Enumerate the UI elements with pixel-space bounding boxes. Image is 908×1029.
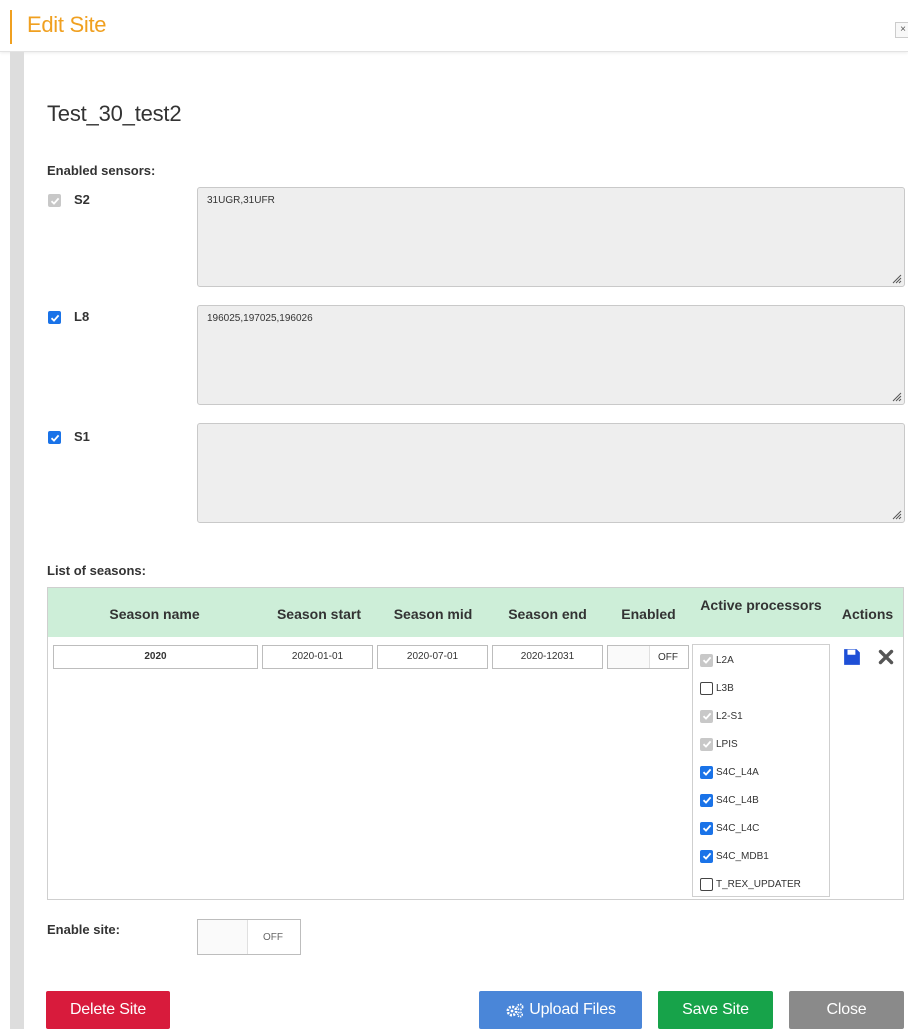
processor-label: L2A: [716, 654, 734, 666]
column-header-season-end: Season end: [508, 606, 587, 622]
processor-label: S4C_L4B: [716, 794, 759, 806]
resize-grip-icon[interactable]: [890, 390, 902, 402]
close-icon[interactable]: [878, 649, 894, 665]
upload-files-label: Upload Files: [529, 1001, 616, 1018]
processor-label: S4C_MDB1: [716, 850, 769, 862]
site-name-heading: Test_30_test2: [47, 101, 182, 126]
processor-s4c-mdb1-checkbox[interactable]: [700, 849, 713, 863]
close-button[interactable]: Close: [789, 991, 904, 1029]
processor-item-s4c-mdb1[interactable]: S4C_MDB1: [700, 846, 769, 866]
sensor-s1-label: S1: [74, 429, 90, 444]
processor-s4c-l4c-checkbox[interactable]: [700, 821, 713, 835]
processor-l3b-checkbox[interactable]: [700, 681, 713, 695]
close-icon[interactable]: ×: [895, 22, 908, 38]
sensor-l8-label: L8: [74, 309, 90, 324]
column-header-season-mid: Season mid: [393, 606, 473, 622]
toggle-knob: [198, 920, 248, 954]
processor-item-lpis[interactable]: LPIS: [700, 734, 738, 754]
processor-label: S4C_L4C: [716, 822, 760, 834]
processor-item-l2-s1[interactable]: L2-S1: [700, 706, 743, 726]
sensor-l8-tiles-textarea[interactable]: 196025,197025,196026: [197, 305, 905, 405]
enable-site-toggle[interactable]: OFF: [197, 919, 301, 955]
enabled-sensors-label: Enabled sensors:: [47, 163, 156, 178]
active-processors-list[interactable]: L2A L3B L2-S1 LPIS S4C_L4A S4C_L4B S4C_L…: [692, 644, 830, 897]
processor-l2a-checkbox: [700, 653, 713, 667]
season-name-input[interactable]: 2020: [53, 645, 258, 669]
season-enabled-state: OFF: [658, 651, 678, 663]
floppy-icon[interactable]: [843, 648, 861, 666]
processor-label: T_REX_UPDATER: [716, 878, 801, 890]
enable-site-label: Enable site:: [47, 922, 120, 937]
seasons-table: Season name Season start Season mid Seas…: [47, 587, 904, 900]
processor-item-l2a[interactable]: L2A: [700, 650, 734, 670]
save-site-button[interactable]: Save Site: [658, 991, 773, 1029]
processor-item-s4c-l4b[interactable]: S4C_L4B: [700, 790, 759, 810]
column-header-season-name: Season name: [109, 606, 200, 622]
processor-t-rex-updater-checkbox[interactable]: [700, 877, 713, 891]
dialog-header: Edit Site ×: [0, 0, 908, 52]
sensor-l8-tiles-value: 196025,197025,196026: [207, 313, 313, 324]
column-header-actions: Actions: [841, 606, 894, 622]
processor-item-s4c-l4c[interactable]: S4C_L4C: [700, 818, 759, 838]
sensor-s2-tiles-value: 31UGR,31UFR: [207, 195, 275, 206]
season-enabled-toggle[interactable]: OFF: [607, 645, 689, 669]
processor-label: LPIS: [716, 738, 738, 750]
processor-l2-s1-checkbox: [700, 709, 713, 723]
column-header-active-processors: Active processors: [700, 597, 822, 613]
sensor-s1-tiles-textarea[interactable]: [197, 423, 905, 523]
header-accent-bar: [10, 10, 12, 44]
column-header-season-start: Season start: [276, 606, 362, 622]
processor-item-t-rex-updater[interactable]: T_REX_UPDATER: [700, 874, 801, 894]
cogs-icon: [506, 1003, 524, 1018]
delete-site-button[interactable]: Delete Site: [46, 991, 170, 1029]
resize-grip-icon[interactable]: [890, 508, 902, 520]
list-of-seasons-label: List of seasons:: [47, 563, 146, 578]
sensor-s2-tiles-textarea[interactable]: 31UGR,31UFR: [197, 187, 905, 287]
season-start-input[interactable]: 2020-01-01: [262, 645, 373, 669]
season-mid-input[interactable]: 2020-07-01: [377, 645, 488, 669]
dialog-left-border: [10, 52, 24, 1029]
processor-label: L2-S1: [716, 710, 743, 722]
sensor-l8-checkbox[interactable]: [48, 311, 61, 324]
toggle-knob: [608, 646, 650, 668]
dialog-title: Edit Site: [27, 12, 107, 37]
processor-label: L3B: [716, 682, 734, 694]
upload-files-button[interactable]: Upload Files: [479, 991, 642, 1029]
seasons-table-header: Season name Season start Season mid Seas…: [48, 588, 903, 637]
sensor-s2-label: S2: [74, 192, 90, 207]
processor-s4c-l4a-checkbox[interactable]: [700, 765, 713, 779]
processor-item-l3b[interactable]: L3B: [700, 678, 734, 698]
season-end-input[interactable]: 2020-12031: [492, 645, 603, 669]
processor-item-s4c-l4a[interactable]: S4C_L4A: [700, 762, 759, 782]
processor-lpis-checkbox: [700, 737, 713, 751]
column-header-enabled: Enabled: [621, 606, 676, 622]
enable-site-state: OFF: [263, 931, 283, 943]
season-name-value: 2020: [144, 651, 167, 662]
processor-label: S4C_L4A: [716, 766, 759, 778]
resize-grip-icon[interactable]: [890, 272, 902, 284]
sensor-s2-checkbox: [48, 194, 61, 207]
sensor-s1-checkbox[interactable]: [48, 431, 61, 444]
processor-s4c-l4b-checkbox[interactable]: [700, 793, 713, 807]
